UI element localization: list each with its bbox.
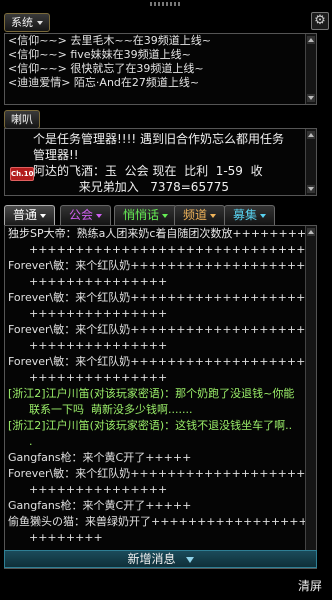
horn-menu-button[interactable]: 喇叭 bbox=[4, 110, 40, 129]
new-message-label: 新增消息 bbox=[127, 552, 176, 566]
chat-lines: 独步SP大帝：熟练a人团来奶c着自随团次数放+++++++++ ++++++++… bbox=[5, 226, 316, 546]
chat-line: Forever\敏：来个红队奶+++++++++++++++++++++++++… bbox=[8, 323, 316, 336]
scroll-up-icon[interactable] bbox=[307, 228, 315, 236]
system-log-line: <迪迪爱情> 陌忘·And在27频道上线~ bbox=[8, 76, 200, 89]
gear-icon[interactable]: ⚙ bbox=[311, 12, 329, 30]
scroll-down-icon[interactable] bbox=[307, 185, 315, 193]
tab-label: 悄悄话 bbox=[123, 208, 160, 222]
chat-line: +++++++++++++++ bbox=[8, 339, 168, 352]
tab-label: 公会 bbox=[69, 208, 94, 222]
chat-line: Gangfans枪：来个黄C开了+++++ bbox=[8, 499, 192, 512]
system-log-line: <信仰~~> 去里毛木~~在39频道上线~ bbox=[8, 34, 212, 47]
clear-screen-button[interactable]: 清屏 bbox=[298, 577, 322, 594]
chat-line: +++++++++++++++ bbox=[8, 275, 168, 288]
scroll-down-icon[interactable] bbox=[307, 94, 315, 102]
arrow-down-icon bbox=[185, 556, 194, 563]
horn-scrollbar[interactable] bbox=[305, 129, 316, 195]
scroll-up-icon[interactable] bbox=[307, 36, 315, 44]
tab-3[interactable]: 频道 bbox=[174, 205, 226, 225]
tab-label: 普通 bbox=[13, 208, 38, 222]
horn-message: 个是任务管理器!!!! 遇到旧合作奶忘么都用任务 管理器!! 阿达的飞酒：玉 公会 … bbox=[33, 131, 303, 195]
chat-line: Forever\敏：来个红队奶+++++++++++++++++++++++++… bbox=[8, 467, 316, 480]
system-log-panel: <信仰~~> 去里毛木~~在39频道上线~ <信仰~~> five妹妹在39频道上… bbox=[4, 33, 317, 105]
chat-line: +++++++++++++++ bbox=[8, 483, 168, 496]
horn-line: 个是任务管理器!!!! 遇到旧合作奶忘么都用任务 bbox=[33, 132, 285, 146]
tab-4[interactable]: 募集 bbox=[224, 205, 276, 225]
chat-line: 联系一下吗 萌新没多少钱啊....... bbox=[8, 403, 193, 416]
chat-line: +++++++++++++++ bbox=[8, 371, 168, 384]
chat-line: Forever\敏：来个红队奶+++++++++++++++++++++++++… bbox=[8, 259, 316, 272]
horn-panel: Ch.10 个是任务管理器!!!! 遇到旧合作奶忘么都用任务 管理器!! 阿达的飞酒… bbox=[4, 128, 317, 196]
horn-line: 阿达的飞酒：玉 公会 现在 比利 1-59 收 bbox=[33, 164, 263, 178]
system-log-line: <信仰~~> five妹妹在39频道上线~ bbox=[8, 48, 191, 61]
chat-line: +++++++++++++++ bbox=[8, 307, 168, 320]
drag-handle[interactable] bbox=[150, 2, 182, 6]
chat-line: 独步SP大帝：熟练a人团来奶c着自随团次数放+++++++++ bbox=[8, 227, 316, 240]
chat-line: [浙江2]江户川笛(对该玩家密语)：那个奶跑了没退钱~你能 bbox=[8, 387, 295, 400]
chat-tabs: 普通 公会 悄悄话 频道 募集 bbox=[0, 205, 332, 225]
horn-line: 管理器!! bbox=[33, 148, 79, 162]
chat-line: ++++++++ bbox=[8, 531, 103, 544]
tab-label: 募集 bbox=[233, 208, 258, 222]
chevron-down-icon bbox=[260, 213, 267, 218]
tab-1[interactable]: 公会 bbox=[60, 205, 112, 225]
tab-0[interactable]: 普通 bbox=[4, 205, 56, 225]
system-log-scrollbar[interactable] bbox=[305, 34, 316, 104]
chat-line: 偷鱼獭头の猫：来兽绿奶开了+++++++++++++++++++++ bbox=[8, 515, 316, 528]
new-message-button[interactable]: 新增消息 bbox=[4, 550, 317, 568]
system-menu-button[interactable]: 系统 bbox=[4, 13, 50, 32]
tab-label: 频道 bbox=[183, 208, 208, 222]
horn-line: 来兄弟加入 7378=65775 bbox=[33, 180, 229, 194]
system-log-line: <信仰~~> 很快就忘了在39频道上线~ bbox=[8, 62, 204, 75]
chevron-down-icon bbox=[210, 213, 217, 218]
chat-line: Gangfans枪：来个黄C开了+++++ bbox=[8, 451, 192, 464]
chat-line: . bbox=[8, 435, 33, 448]
horn-menu-label: 喇叭 bbox=[11, 113, 33, 126]
channel-badge: Ch.10 bbox=[10, 167, 34, 181]
scroll-up-icon[interactable] bbox=[307, 131, 315, 139]
chat-log-panel: 独步SP大帝：熟练a人团来奶c着自随团次数放+++++++++ ++++++++… bbox=[4, 225, 317, 569]
chat-line: Forever\敏：来个红队奶+++++++++++++++++++++++++… bbox=[8, 355, 316, 368]
system-menu-label: 系统 bbox=[11, 16, 33, 29]
chat-line: Forever\敏：来个红队奶+++++++++++++++++++++++++… bbox=[8, 291, 316, 304]
chevron-down-icon bbox=[37, 21, 43, 25]
chevron-down-icon bbox=[40, 213, 47, 218]
chat-scrollbar[interactable] bbox=[305, 226, 316, 568]
tab-2[interactable]: 悄悄话 bbox=[114, 205, 178, 225]
chat-line: +++++++++++++++++++++++++++++++++7=1来奶 bbox=[28, 243, 316, 256]
chevron-down-icon bbox=[96, 213, 103, 218]
chevron-down-icon bbox=[162, 213, 169, 218]
chat-line: [浙江2]江户川笛(对该玩家密语)：这钱不退没钱坐车了啊.. bbox=[8, 419, 293, 432]
